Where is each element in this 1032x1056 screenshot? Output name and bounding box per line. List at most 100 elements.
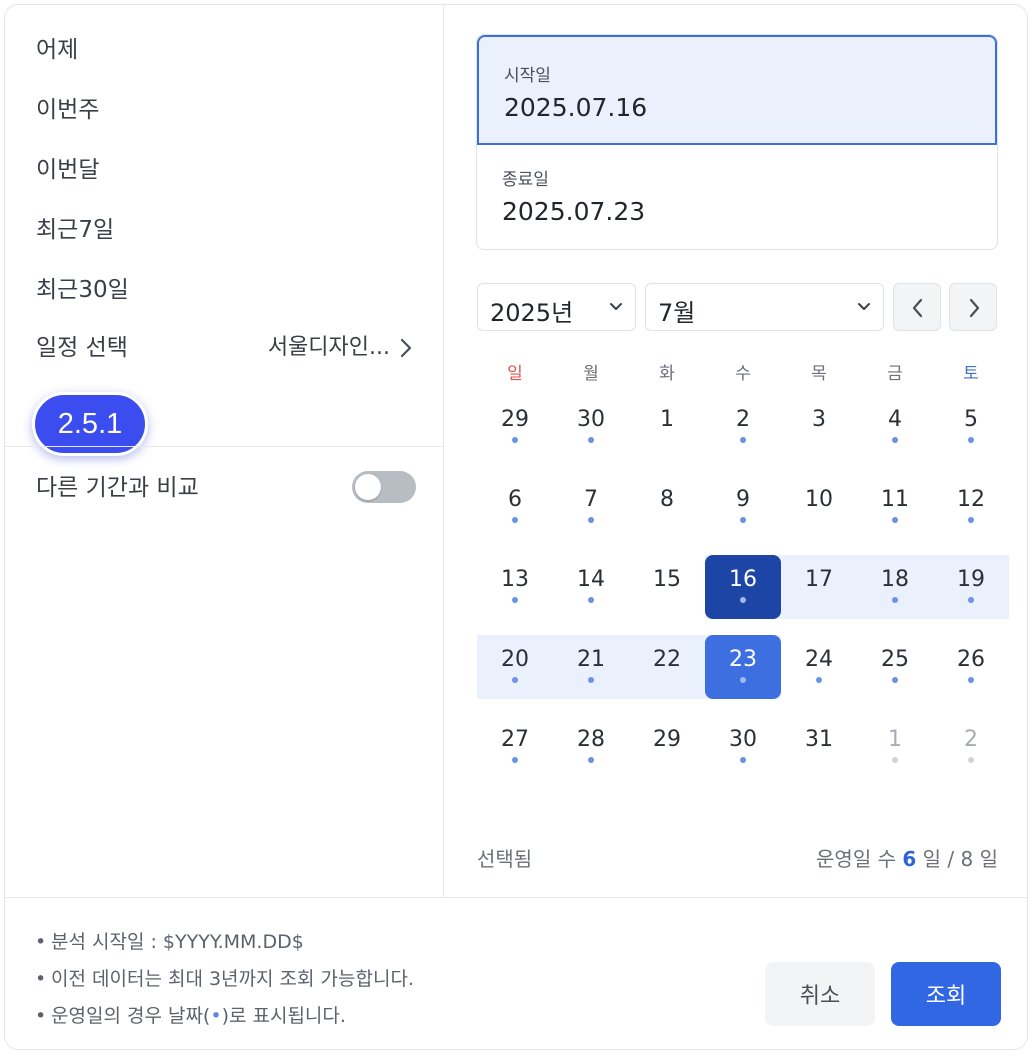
day-number: 7 — [584, 487, 598, 512]
day-number: 30 — [729, 727, 757, 752]
query-button[interactable]: 조회 — [891, 962, 1001, 1026]
operating-day-dot-icon — [512, 677, 518, 683]
calendar-day[interactable]: 29 — [477, 395, 553, 459]
year-select-value: 2025년 — [490, 299, 574, 327]
calendar-day[interactable]: 19 — [933, 555, 1009, 619]
day-number: 8 — [660, 487, 674, 512]
operating-day-dot-icon — [512, 757, 518, 763]
day-number: 28 — [577, 727, 605, 752]
calendar-day[interactable]: 5 — [933, 395, 1009, 459]
preset-this-month[interactable]: 이번달 — [36, 155, 99, 185]
weekday-label: 수 — [735, 364, 751, 384]
chevron-right-icon — [969, 298, 980, 318]
calendar-day[interactable]: 9 — [705, 475, 781, 539]
compare-toggle[interactable] — [352, 471, 416, 503]
op-count: 6 — [902, 847, 917, 871]
cancel-button[interactable]: 취소 — [765, 962, 875, 1026]
calendar-day[interactable]: 10 — [781, 475, 857, 539]
year-select[interactable]: 2025년 — [477, 283, 636, 331]
calendar-day[interactable]: 28 — [553, 715, 629, 779]
calendar-day[interactable]: 18 — [857, 555, 933, 619]
end-date-field[interactable]: 종료일 2025.07.23 — [477, 143, 997, 249]
preset-this-week[interactable]: 이번주 — [36, 95, 99, 125]
chevron-down-icon — [610, 303, 622, 310]
calendar-day[interactable]: 31 — [781, 715, 857, 779]
calendar-day[interactable]: 21 — [553, 635, 629, 699]
compare-row: 다른 기간과 비교 — [36, 471, 416, 505]
op-suffix: 일 — [979, 847, 998, 871]
op-mid: 일 / — [922, 847, 955, 871]
calendar-day[interactable]: 30 — [705, 715, 781, 779]
compare-label: 다른 기간과 비교 — [36, 475, 199, 501]
day-number: 30 — [577, 407, 605, 432]
calendar-day[interactable]: 11 — [857, 475, 933, 539]
start-date-value: 2025.07.16 — [504, 93, 648, 122]
weekday-label: 금 — [887, 364, 903, 384]
day-number: 20 — [501, 647, 529, 672]
operating-dot-icon: • — [210, 1005, 222, 1027]
end-date-caption: 종료일 — [502, 170, 549, 190]
calendar-day[interactable]: 3 — [781, 395, 857, 459]
next-month-button[interactable] — [949, 283, 997, 331]
calendar-panel: 시작일 2025.07.16 종료일 2025.07.23 2025년 7월 일… — [445, 5, 1027, 897]
calendar-day[interactable]: 12 — [933, 475, 1009, 539]
weekday-label: 화 — [659, 364, 675, 384]
day-number: 25 — [881, 647, 909, 672]
selected-label: 선택됨 — [477, 847, 533, 871]
calendar-day[interactable]: 4 — [857, 395, 933, 459]
calendar-day[interactable]: 27 — [477, 715, 553, 779]
note-item: • 분석 시작일 : $YYYY.MM.DD$ — [35, 931, 304, 953]
note-item: • 운영일의 경우 날짜(•)로 표시됩니다. — [35, 1005, 346, 1027]
calendar-day[interactable]: 22 — [629, 635, 705, 699]
calendar-day[interactable]: 14 — [553, 555, 629, 619]
calendar-day[interactable]: 30 — [553, 395, 629, 459]
calendar-day[interactable]: 17 — [781, 555, 857, 619]
start-date-field[interactable]: 시작일 2025.07.16 — [477, 35, 997, 145]
operating-day-dot-icon — [968, 757, 974, 763]
preset-yesterday[interactable]: 어제 — [36, 35, 78, 65]
preset-panel: 어제 이번주 이번달 최근7일 최근30일 일정 선택 서울디자인... 2.5… — [5, 5, 444, 897]
day-number: 19 — [957, 567, 985, 592]
day-number: 22 — [653, 647, 681, 672]
preset-last-30-days[interactable]: 최근30일 — [36, 275, 129, 305]
calendar-day[interactable]: 7 — [553, 475, 629, 539]
calendar-day[interactable]: 1 — [629, 395, 705, 459]
calendar-day[interactable]: 8 — [629, 475, 705, 539]
calendar-day[interactable]: 2 — [933, 715, 1009, 779]
day-number: 24 — [805, 647, 833, 672]
day-number: 1 — [888, 727, 902, 752]
calendar-day[interactable]: 20 — [477, 635, 553, 699]
calendar-day[interactable]: 29 — [629, 715, 705, 779]
calendar-day[interactable]: 2 — [705, 395, 781, 459]
calendar-day[interactable]: 1 — [857, 715, 933, 779]
bullet-icon: • — [35, 968, 47, 990]
operating-day-dot-icon — [892, 517, 898, 523]
day-number: 1 — [660, 407, 674, 432]
day-number: 13 — [501, 567, 529, 592]
month-select[interactable]: 7월 — [645, 283, 884, 331]
preset-last-7-days[interactable]: 최근7일 — [36, 215, 114, 245]
weekday-label: 목 — [811, 364, 827, 384]
calendar-day[interactable]: 15 — [629, 555, 705, 619]
calendar-day[interactable]: 13 — [477, 555, 553, 619]
bullet-icon: • — [35, 1005, 47, 1027]
calendar-day[interactable]: 6 — [477, 475, 553, 539]
schedule-select-row[interactable]: 일정 선택 서울디자인... — [36, 333, 416, 367]
day-number: 21 — [577, 647, 605, 672]
operating-day-dot-icon — [512, 437, 518, 443]
calendar-day[interactable]: 24 — [781, 635, 857, 699]
calendar-day[interactable]: 25 — [857, 635, 933, 699]
operating-days-summary: 운영일 수 6 일 / 8 일 — [816, 843, 998, 872]
day-number: 4 — [888, 407, 902, 432]
weekday-label: 일 — [507, 364, 523, 384]
start-date-caption: 시작일 — [504, 66, 551, 86]
prev-month-button[interactable] — [893, 283, 941, 331]
operating-day-dot-icon — [892, 677, 898, 683]
calendar-day[interactable]: 16 — [705, 555, 781, 619]
schedule-value: 서울디자인... — [267, 335, 390, 360]
weekday-label: 월 — [583, 364, 599, 384]
operating-day-dot-icon — [816, 677, 822, 683]
operating-day-dot-icon — [892, 437, 898, 443]
calendar-day[interactable]: 23 — [705, 635, 781, 699]
calendar-day[interactable]: 26 — [933, 635, 1009, 699]
